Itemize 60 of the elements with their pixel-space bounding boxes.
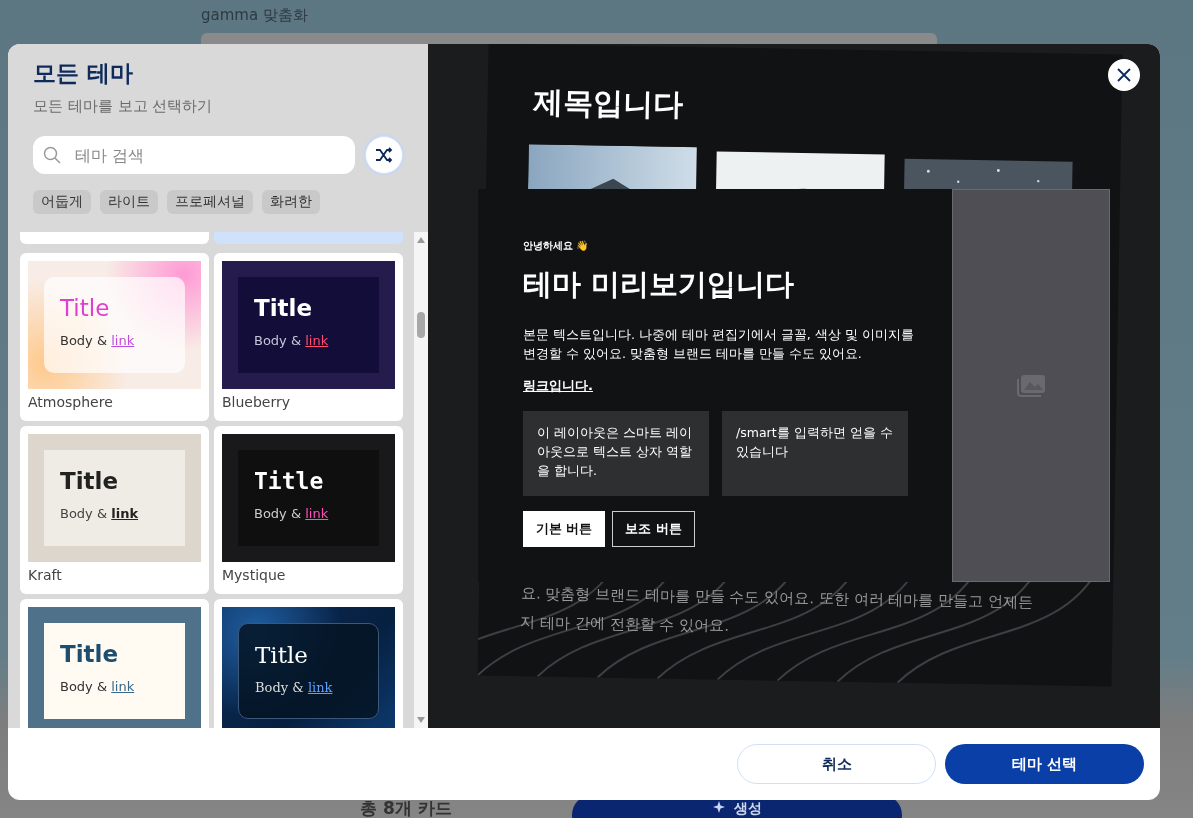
- preview-heading: 테마 미리보기입니다: [523, 266, 796, 303]
- theme-card[interactable]: Title Body & link Kraft: [20, 426, 209, 594]
- theme-card[interactable]: Title Body & link Blueberry: [214, 253, 403, 421]
- preview-title: Title: [255, 642, 309, 668]
- search-field[interactable]: 테마 검색: [33, 136, 355, 174]
- theme-card[interactable]: Title Body & link: [20, 599, 209, 728]
- shuffle-button[interactable]: [365, 136, 403, 174]
- preview-title: Title: [254, 295, 314, 321]
- preview-title: Title: [60, 295, 111, 321]
- preview-link: link: [305, 506, 329, 521]
- filter-chip[interactable]: 화려한: [262, 190, 320, 214]
- preview-body: Body &: [254, 506, 302, 521]
- preview-link: link: [111, 333, 135, 348]
- scroll-thumb[interactable]: [417, 312, 425, 338]
- theme-name: Mystique: [222, 567, 287, 583]
- page-title: gamma 맞춤화: [201, 6, 309, 25]
- theme-card[interactable]: Title Body & link Mystique: [214, 426, 403, 594]
- preview-title: Title: [254, 468, 325, 494]
- primary-button[interactable]: 기본 버튼: [523, 511, 606, 547]
- dialog-title: 모든 테마: [33, 59, 134, 88]
- box-text: /smart를 입력하면 얻을 수 있습니다: [736, 425, 893, 459]
- theme-name: Atmosphere: [28, 394, 114, 410]
- slide-title: 제목입니다: [533, 83, 684, 124]
- close-button[interactable]: [1108, 59, 1140, 91]
- preview-body: 본문 텍스트입니다. 나중에 테마 편집기에서 글꼴, 색상 및 이미지를 변경할 수 있어요. 맞춤형 브랜드 테마를 만들 수도 있어요.: [523, 326, 915, 363]
- slide-text: 지 테마 간에 전환할 수 있어요.: [520, 613, 731, 637]
- preview-body: Body &: [60, 333, 108, 348]
- preview-title: Title: [60, 641, 120, 667]
- theme-card[interactable]: Title Body & link Atmosphere: [20, 253, 209, 421]
- image-icon: [1016, 373, 1046, 398]
- box-text: 이 레이아웃은 스마트 레이아웃으로 텍스트 상자 역할을 합니다.: [537, 425, 692, 478]
- shuffle-icon: [375, 147, 393, 163]
- secondary-button[interactable]: 보조 버튼: [612, 511, 695, 547]
- slide-text: 요. 맞춤형 브랜드 테마를 만들 수도 있어요. 또한 여러 테마를 만들고 언제든: [520, 584, 1034, 613]
- filter-chip[interactable]: 프로페셔널: [167, 190, 253, 214]
- greeting-text: 안녕하세요 👋: [523, 239, 590, 253]
- preview-body: Body &: [60, 679, 108, 694]
- preview-body: Body &: [60, 506, 108, 521]
- preview-link: link: [305, 333, 329, 348]
- filter-chip[interactable]: 라이트: [100, 190, 158, 214]
- cancel-button[interactable]: 취소: [737, 744, 936, 784]
- preview-link[interactable]: 링크입니다.: [523, 377, 593, 395]
- theme-name: Blueberry: [222, 394, 292, 410]
- preview-link: link: [111, 679, 135, 694]
- preview-link: link: [307, 680, 333, 695]
- scroll-down-icon: [416, 716, 426, 724]
- card-count: 총 8개 카드: [360, 797, 452, 818]
- close-icon: [1117, 68, 1131, 82]
- filter-chip[interactable]: 어둡게: [33, 190, 91, 214]
- dialog-subtitle: 모든 테마를 보고 선택하기: [33, 97, 214, 116]
- scroll-up-icon: [416, 236, 426, 244]
- scrollbar[interactable]: [414, 232, 428, 728]
- preview-title: Title: [60, 468, 120, 494]
- search-icon: [43, 146, 61, 164]
- preview-link: link: [111, 506, 139, 521]
- theme-card[interactable]: Title Body & link: [214, 599, 403, 728]
- preview-body: Body &: [255, 680, 304, 695]
- theme-name: Kraft: [28, 567, 63, 583]
- preview-body: Body &: [254, 333, 302, 348]
- confirm-button[interactable]: 테마 선택: [945, 744, 1144, 784]
